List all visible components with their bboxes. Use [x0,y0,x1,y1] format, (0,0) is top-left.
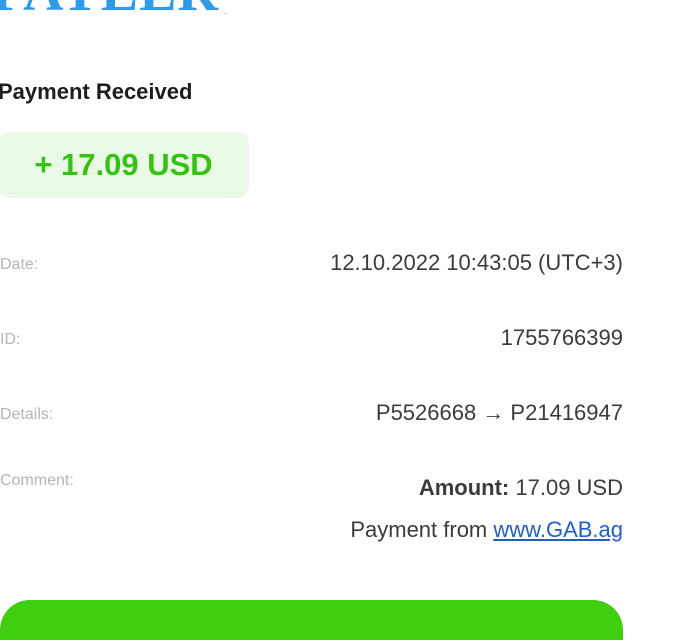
comment-text: Amount: 17.09 USD Payment from www.GAB.a… [350,474,623,558]
comment-amount-line: Amount: 17.09 USD [350,474,623,516]
amount-badge: + 17.09 USD [0,132,249,198]
comment-from-line: Payment from www.GAB.ag [350,516,623,558]
page-title: Payment Received [0,79,193,104]
registered-mark: ® [220,12,230,14]
comment-amount-value: 17.09 USD [515,475,623,500]
logo-text: PAYEER [0,0,219,14]
id-label: ID: [0,331,21,348]
date-value: 12.10.2022 10:43:05 (UTC+3) [330,250,623,275]
comment-label: Comment: [0,472,74,489]
payeer-logo: PAYEER® [0,0,230,14]
comment-link[interactable]: www.GAB.ag [493,517,623,542]
comment-from-text: Payment from [350,517,488,542]
details-label: Details: [0,406,54,423]
action-button[interactable] [0,600,623,640]
comment-amount-label: Amount: [418,475,510,500]
date-label: Date: [0,256,39,273]
details-value: P5526668 → P21416947 [375,400,623,425]
id-value: 1755766399 [500,325,623,350]
